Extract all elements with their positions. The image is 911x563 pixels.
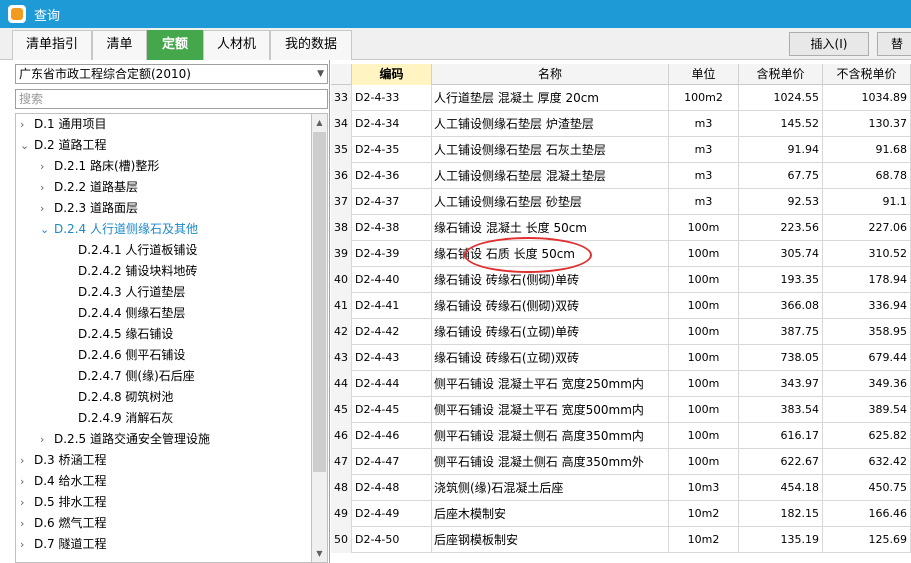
- table-row[interactable]: 46 D2-4-46 侧平石铺设 混凝土侧石 高度350mm内 100m 616…: [331, 423, 911, 449]
- tab-list[interactable]: 清单: [92, 30, 147, 60]
- table-row[interactable]: 34 D2-4-34 人工铺设侧缘石垫层 炉渣垫层 m3 145.52 130.…: [331, 111, 911, 137]
- table-row[interactable]: 35 D2-4-35 人工铺设侧缘石垫层 石灰土垫层 m3 91.94 91.6…: [331, 137, 911, 163]
- tree-item[interactable]: D.2.4.8 砌筑树池: [78, 387, 173, 408]
- table-row[interactable]: 45 D2-4-45 侧平石铺设 混凝土平石 宽度500mm内 100m 383…: [331, 397, 911, 423]
- col-header-tax-price[interactable]: 含税单价: [739, 64, 823, 85]
- expand-icon[interactable]: ›: [40, 429, 54, 450]
- table-row[interactable]: 44 D2-4-44 侧平石铺设 混凝土平石 宽度250mm内 100m 343…: [331, 371, 911, 397]
- tree-item[interactable]: D.2.4.2 铺设块料地砖: [78, 261, 197, 282]
- tree-item[interactable]: › D.1 通用项目: [20, 114, 107, 135]
- table-row[interactable]: 37 D2-4-37 人工铺设侧缘石垫层 砂垫层 m3 92.53 91.1: [331, 189, 911, 215]
- table-header: 编码 名称 单位 含税单价 不含税单价: [331, 64, 911, 85]
- expand-icon[interactable]: ›: [40, 156, 54, 177]
- table-row[interactable]: 48 D2-4-48 浇筑侧(缘)石混凝土后座 10m3 454.18 450.…: [331, 475, 911, 501]
- tree-scrollbar[interactable]: ▲ ▼: [311, 113, 328, 563]
- expand-icon[interactable]: ›: [40, 177, 54, 198]
- scroll-up-icon[interactable]: ▲: [312, 114, 327, 131]
- tree-item[interactable]: D.2.4.6 侧平石铺设: [78, 345, 185, 366]
- tree-item[interactable]: › D.7 隧道工程: [20, 534, 107, 555]
- tree-item[interactable]: › D.4 给水工程: [20, 471, 107, 492]
- expand-icon[interactable]: ›: [40, 198, 54, 219]
- tree-item[interactable]: D.2.4.7 侧(缘)石后座: [78, 366, 195, 387]
- replace-button[interactable]: 替: [877, 32, 911, 56]
- table-row[interactable]: 42 D2-4-42 缘石铺设 砖缘石(立砌)单砖 100m 387.75 35…: [331, 319, 911, 345]
- table-row[interactable]: 50 D2-4-50 后座钢模板制安 10m2 135.19 125.69: [331, 527, 911, 553]
- tree-item-selected[interactable]: ⌄ D.2.4 人行道侧缘石及其他: [40, 219, 198, 240]
- title-bar: 查询: [0, 0, 911, 28]
- tab-labor-material-machine[interactable]: 人材机: [203, 30, 270, 60]
- tree-item[interactable]: D.2.4.4 侧缘石垫层: [78, 303, 185, 324]
- tree-item[interactable]: › D.2.2 道路基层: [40, 177, 138, 198]
- tree-item[interactable]: D.2.4.3 人行道垫层: [78, 282, 185, 303]
- collapse-icon[interactable]: ⌄: [40, 219, 54, 240]
- col-header-unit[interactable]: 单位: [669, 64, 739, 85]
- tab-list-guide[interactable]: 清单指引: [12, 30, 92, 60]
- quota-table: 编码 名称 单位 含税单价 不含税单价 33 D2-4-33 人行道垫层 混凝土…: [331, 60, 911, 563]
- collapse-icon[interactable]: ⌄: [20, 135, 34, 156]
- tree-item[interactable]: D.2.4.9 消解石灰: [78, 408, 173, 429]
- expand-icon[interactable]: ›: [20, 534, 34, 555]
- insert-button[interactable]: 插入(I): [789, 32, 869, 56]
- scroll-down-icon[interactable]: ▼: [312, 545, 327, 562]
- expand-icon[interactable]: ›: [20, 513, 34, 534]
- col-header-name[interactable]: 名称: [432, 64, 669, 85]
- tree-item[interactable]: D.2.4.1 人行道板铺设: [78, 240, 197, 261]
- expand-icon[interactable]: ›: [20, 450, 34, 471]
- quota-library-value: 广东省市政工程综合定额(2010): [19, 67, 191, 81]
- table-row[interactable]: 43 D2-4-43 缘石铺设 砖缘石(立砌)双砖 100m 738.05 67…: [331, 345, 911, 371]
- tree-item[interactable]: D.2.4.5 缘石铺设: [78, 324, 173, 345]
- window-title: 查询: [34, 8, 61, 24]
- table-row[interactable]: 38 D2-4-38 缘石铺设 混凝土 长度 50cm 100m 223.56 …: [331, 215, 911, 241]
- tab-bar: 清单指引 清单 定额 人材机 我的数据 插入(I) 替: [0, 28, 911, 60]
- tree-item[interactable]: › D.2.1 路床(槽)整形: [40, 156, 159, 177]
- quota-library-select[interactable]: 广东省市政工程综合定额(2010) ▼: [15, 64, 328, 84]
- tab-my-data[interactable]: 我的数据: [270, 30, 352, 60]
- app-icon: [8, 5, 26, 23]
- chevron-down-icon: ▼: [317, 69, 324, 79]
- tree-item[interactable]: › D.5 排水工程: [20, 492, 107, 513]
- tree-item[interactable]: › D.2.5 道路交通安全管理设施: [40, 429, 210, 450]
- table-row[interactable]: 36 D2-4-36 人工铺设侧缘石垫层 混凝土垫层 m3 67.75 68.7…: [331, 163, 911, 189]
- tree-item[interactable]: ⌄ D.2 道路工程: [20, 135, 107, 156]
- quota-tree: › D.1 通用项目 ⌄ D.2 道路工程 › D.2.1 路床(槽)整形 › D.2.…: [15, 113, 311, 563]
- tree-item[interactable]: › D.2.3 道路面层: [40, 198, 138, 219]
- table-row[interactable]: 41 D2-4-41 缘石铺设 砖缘石(侧砌)双砖 100m 366.08 33…: [331, 293, 911, 319]
- tree-item[interactable]: › D.3 桥涵工程: [20, 450, 107, 471]
- col-header-code[interactable]: 编码: [352, 64, 432, 85]
- scroll-thumb[interactable]: [313, 132, 326, 472]
- tab-quota[interactable]: 定额: [147, 30, 203, 60]
- expand-icon[interactable]: ›: [20, 114, 34, 135]
- search-input[interactable]: [15, 89, 328, 109]
- table-row[interactable]: 39 D2-4-39 缘石铺设 石质 长度 50cm 100m 305.74 3…: [331, 241, 911, 267]
- quota-tree-panel: 广东省市政工程综合定额(2010) ▼ ›D.1 通用项目 ⌄D.2 道路工程 …: [0, 60, 330, 563]
- tree-item[interactable]: › D.6 燃气工程: [20, 513, 107, 534]
- table-row[interactable]: 33 D2-4-33 人行道垫层 混凝土 厚度 20cm 100m2 1024.…: [331, 85, 911, 111]
- table-row[interactable]: 40 D2-4-40 缘石铺设 砖缘石(侧砌)单砖 100m 193.35 17…: [331, 267, 911, 293]
- col-header-num: [331, 64, 352, 85]
- table-row[interactable]: 49 D2-4-49 后座木模制安 10m2 182.15 166.46: [331, 501, 911, 527]
- expand-icon[interactable]: ›: [20, 492, 34, 513]
- expand-icon[interactable]: ›: [20, 471, 34, 492]
- table-row[interactable]: 47 D2-4-47 侧平石铺设 混凝土侧石 高度350mm外 100m 622…: [331, 449, 911, 475]
- col-header-notax-price[interactable]: 不含税单价: [823, 64, 911, 85]
- red-circle-annotation: [464, 237, 592, 273]
